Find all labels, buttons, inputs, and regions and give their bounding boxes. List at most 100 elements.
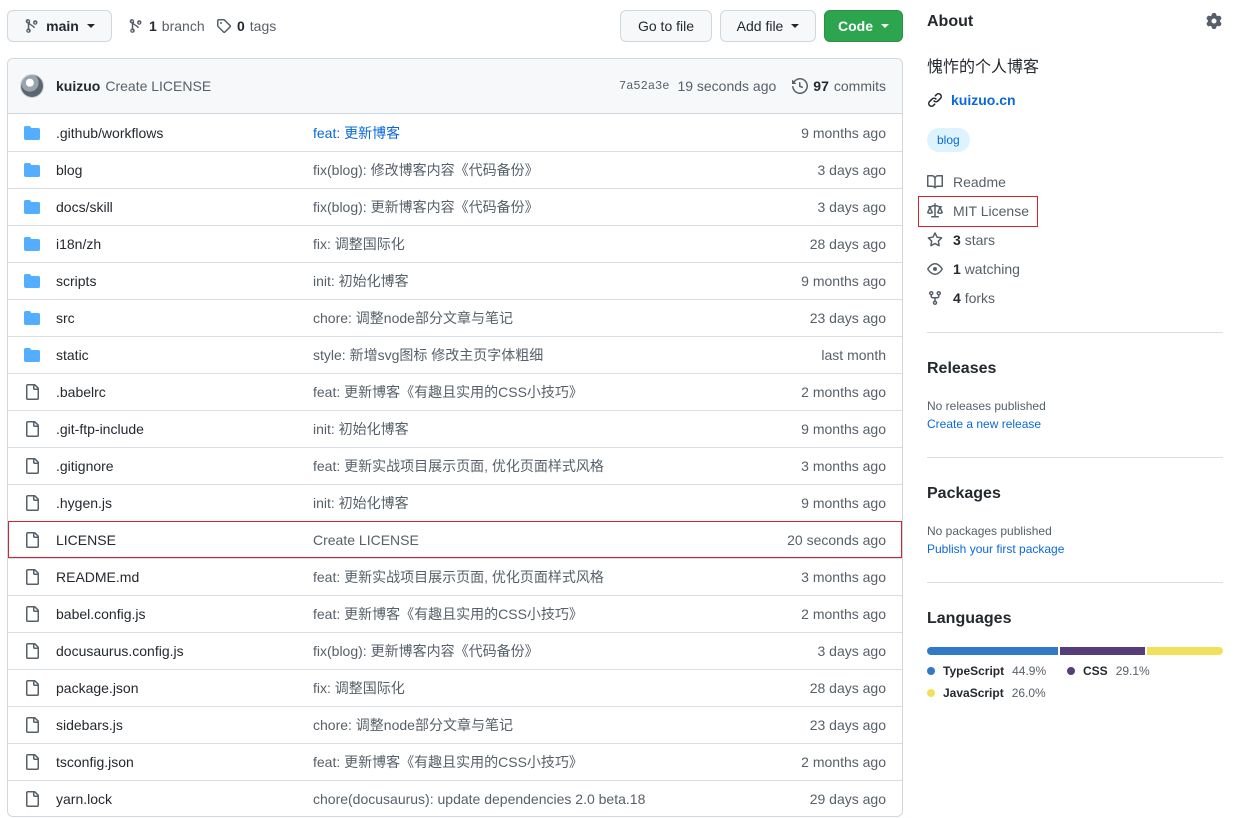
file-row[interactable]: yarn.lock chore(docusaurus): update depen… [8, 780, 902, 816]
file-row[interactable]: package.json fix: 调整国际化 28 days ago [8, 669, 902, 706]
file-name-link[interactable]: src [56, 310, 75, 326]
commit-message-link[interactable]: fix: 调整国际化 [313, 234, 405, 254]
commit-message[interactable]: Create LICENSE [105, 78, 211, 94]
file-row[interactable]: .git-ftp-include init: 初始化博客 9 months ago [8, 410, 902, 447]
file-row[interactable]: tsconfig.json feat: 更新博客《有趣且实用的CSS小技巧》 2 m… [8, 743, 902, 780]
file-name-link[interactable]: docusaurus.config.js [56, 643, 184, 659]
file-row[interactable]: scripts init: 初始化博客 9 months ago [8, 262, 902, 299]
commit-age: 28 days ago [809, 680, 886, 696]
eye-icon [927, 263, 943, 275]
file-row[interactable]: LICENSE Create LICENSE 20 seconds ago [8, 521, 902, 558]
stars-label: stars [964, 232, 996, 248]
language-item[interactable]: TypeScript 44.9% [927, 664, 1046, 678]
commit-message-link[interactable]: chore: 调整node部分文章与笔记 [313, 308, 513, 328]
go-to-file-button[interactable]: Go to file [620, 10, 712, 42]
code-button[interactable]: Code [824, 10, 903, 42]
forks-link[interactable]: 4 forks [927, 287, 995, 309]
commit-message-link[interactable]: feat: 更新博客《有趣且实用的CSS小技巧》 [313, 604, 583, 624]
language-item[interactable]: JavaScript 26.0% [927, 686, 1046, 700]
readme-link[interactable]: Readme [927, 171, 1006, 193]
stars-link[interactable]: 3 stars [927, 229, 995, 251]
license-label: MIT License [953, 203, 1029, 219]
commit-author[interactable]: kuizuo [56, 78, 100, 94]
publish-package-link[interactable]: Publish your first package [927, 542, 1064, 556]
branches-link[interactable]: 1 branch [128, 10, 205, 42]
file-name-link[interactable]: .hygen.js [56, 495, 112, 511]
file-name-link[interactable]: sidebars.js [56, 717, 123, 733]
file-name-link[interactable]: babel.config.js [56, 606, 146, 622]
packages-heading[interactable]: Packages [927, 485, 1001, 503]
file-row[interactable]: .github/workflows feat: 更新博客 9 months ago [8, 114, 902, 151]
commit-message-link[interactable]: style: 新增svg图标 修改主页字体粗细 [313, 345, 543, 365]
tags-link[interactable]: 0 tags [216, 10, 276, 42]
file-name-link[interactable]: blog [56, 162, 82, 178]
commit-message-link[interactable]: feat: 更新实战项目展示页面, 优化页面样式风格 [313, 567, 604, 587]
commit-message-link[interactable]: fix(blog): 修改博客内容《代码备份》 [313, 160, 539, 180]
language-percent: 44.9% [1012, 664, 1047, 678]
file-name-link[interactable]: i18n/zh [56, 236, 101, 252]
commit-message-link[interactable]: feat: 更新博客 [313, 123, 400, 143]
commit-message-link[interactable]: init: 初始化博客 [313, 271, 409, 291]
commit-message-link[interactable]: feat: 更新实战项目展示页面, 优化页面样式风格 [313, 456, 604, 476]
file-row[interactable]: .gitignore feat: 更新实战项目展示页面, 优化页面样式风格 3 mo… [8, 447, 902, 484]
gear-icon[interactable] [1206, 13, 1222, 29]
file-name-link[interactable]: yarn.lock [56, 791, 112, 807]
commit-message-link[interactable]: chore(docusaurus): update dependencies 2… [313, 791, 645, 807]
file-row[interactable]: .babelrc feat: 更新博客《有趣且实用的CSS小技巧》 2 months… [8, 373, 902, 410]
file-name-link[interactable]: .babelrc [56, 384, 106, 400]
file-name-link[interactable]: static [56, 347, 89, 363]
commit-message-link[interactable]: init: 初始化博客 [313, 419, 409, 439]
branch-select-button[interactable]: main [7, 10, 112, 42]
file-row[interactable]: docusaurus.config.js fix(blog): 更新博客内容《代码… [8, 632, 902, 669]
folder-icon [24, 199, 40, 215]
commit-message-link[interactable]: chore: 调整node部分文章与笔记 [313, 715, 513, 735]
commit-message-link[interactable]: Create LICENSE [313, 532, 419, 548]
commit-message-link[interactable]: feat: 更新博客《有趣且实用的CSS小技巧》 [313, 752, 583, 772]
create-release-link[interactable]: Create a new release [927, 417, 1041, 431]
file-row[interactable]: .hygen.js init: 初始化博客 9 months ago [8, 484, 902, 521]
commit-age: 2 months ago [801, 384, 886, 400]
file-row[interactable]: src chore: 调整node部分文章与笔记 23 days ago [8, 299, 902, 336]
language-bar-segment [927, 647, 1059, 655]
file-row[interactable]: babel.config.js feat: 更新博客《有趣且实用的CSS小技巧》 2… [8, 595, 902, 632]
file-name-link[interactable]: LICENSE [56, 532, 116, 548]
file-browser: kuizuo Create LICENSE 7a52a3e 19 seconds… [7, 58, 903, 817]
file-row[interactable]: docs/skill fix(blog): 更新博客内容《代码备份》 3 days … [8, 188, 902, 225]
language-item[interactable]: CSS 29.1% [1067, 664, 1150, 678]
add-file-button[interactable]: Add file [720, 10, 816, 42]
watching-link[interactable]: 1 watching [927, 258, 1020, 280]
file-name-link[interactable]: .gitignore [56, 458, 114, 474]
commit-message-link[interactable]: fix: 调整国际化 [313, 678, 405, 698]
folder-icon [24, 347, 40, 363]
file-name-link[interactable]: docs/skill [56, 199, 113, 215]
file-name-link[interactable]: scripts [56, 273, 96, 289]
file-name-link[interactable]: package.json [56, 680, 139, 696]
avatar[interactable] [20, 74, 44, 98]
file-row[interactable]: i18n/zh fix: 调整国际化 28 days ago [8, 225, 902, 262]
commits-history-link[interactable]: 97 commits [792, 78, 886, 94]
commit-message-link[interactable]: init: 初始化博客 [313, 493, 409, 513]
license-link[interactable]: MIT License [927, 200, 1029, 222]
folder-icon [24, 162, 40, 178]
file-name-link[interactable]: README.md [56, 569, 139, 585]
commit-sha[interactable]: 7a52a3e [619, 79, 669, 93]
file-name-link[interactable]: tsconfig.json [56, 754, 134, 770]
repo-toolbar: main 1 branch 0 tags Go to file Add file… [7, 10, 903, 42]
file-row[interactable]: sidebars.js chore: 调整node部分文章与笔记 23 days a… [8, 706, 902, 743]
file-name-link[interactable]: .github/workflows [56, 125, 163, 141]
file-name-link[interactable]: .git-ftp-include [56, 421, 144, 437]
readme-label: Readme [953, 174, 1006, 190]
releases-heading[interactable]: Releases [927, 360, 996, 378]
file-icon [24, 532, 40, 548]
commit-message-link[interactable]: fix(blog): 更新博客内容《代码备份》 [313, 641, 539, 661]
commit-message-link[interactable]: feat: 更新博客《有趣且实用的CSS小技巧》 [313, 382, 583, 402]
section-divider [927, 582, 1223, 583]
commit-age: 23 days ago [809, 310, 886, 326]
about-heading: About [927, 13, 974, 30]
commit-message-link[interactable]: fix(blog): 更新博客内容《代码备份》 [313, 197, 539, 217]
homepage-link[interactable]: kuizuo.cn [927, 92, 1016, 108]
file-row[interactable]: static style: 新增svg图标 修改主页字体粗细 last month [8, 336, 902, 373]
file-row[interactable]: README.md feat: 更新实战项目展示页面, 优化页面样式风格 3 mon… [8, 558, 902, 595]
topic-tag-blog[interactable]: blog [927, 128, 970, 152]
file-row[interactable]: blog fix(blog): 修改博客内容《代码备份》 3 days ago [8, 151, 902, 188]
